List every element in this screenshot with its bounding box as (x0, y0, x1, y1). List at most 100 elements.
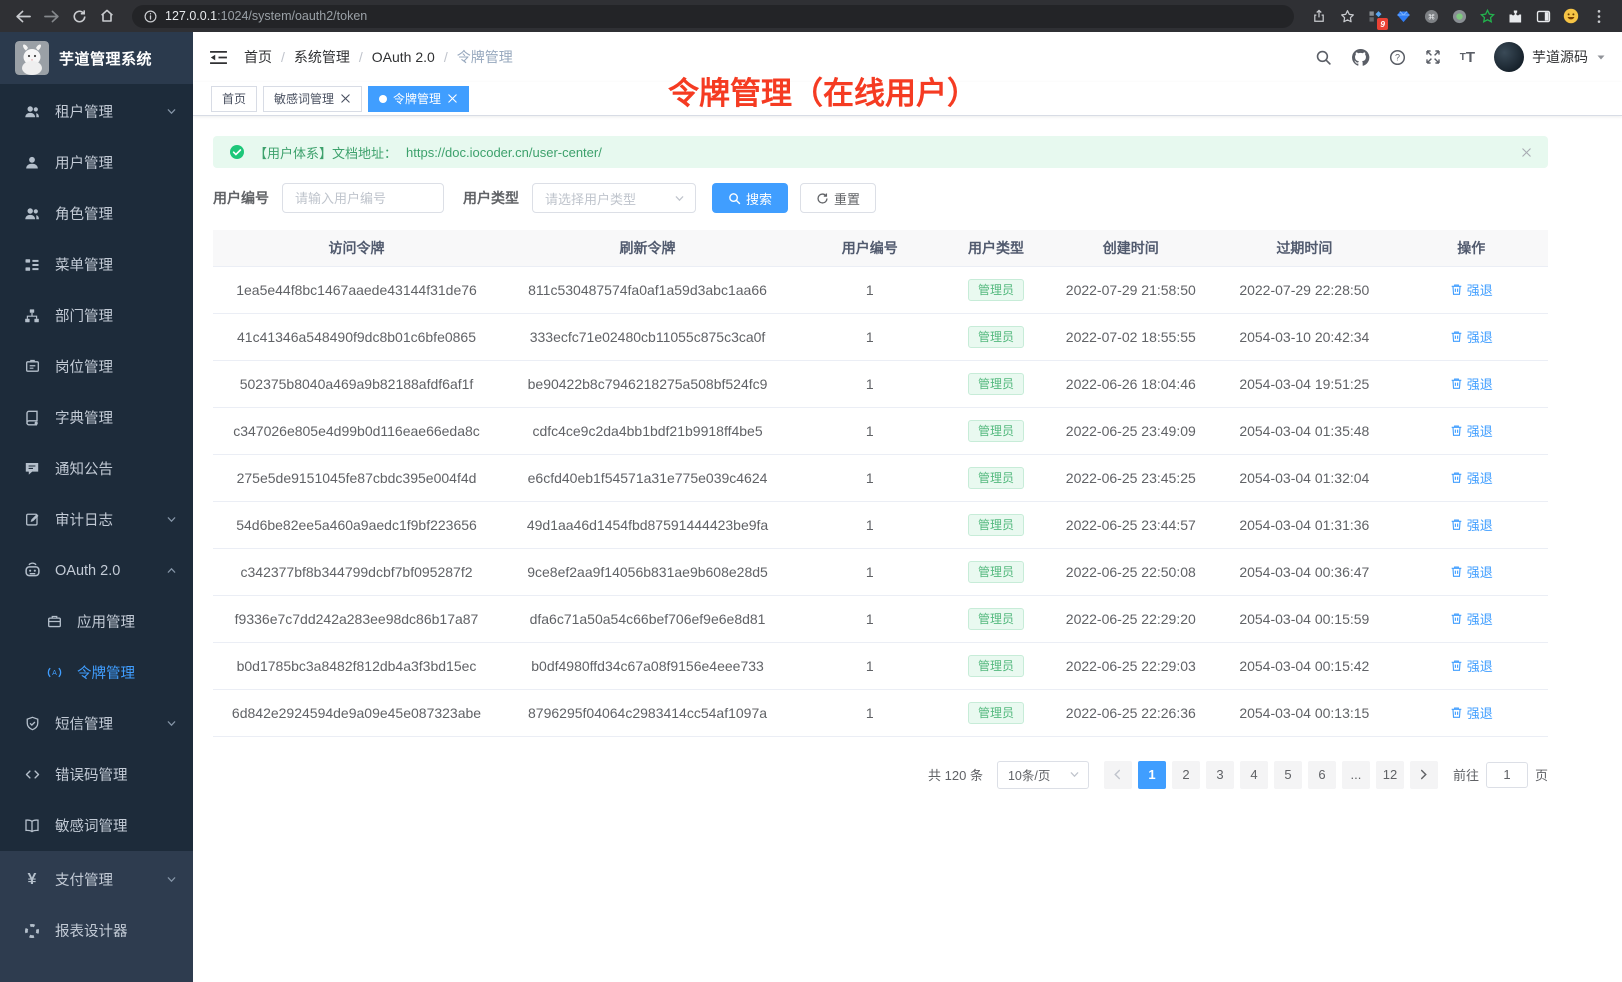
sidebar-item-dict[interactable]: 字典管理 (0, 392, 193, 443)
bookmark-star-icon[interactable] (1334, 4, 1360, 28)
page-button-6[interactable]: 6 (1308, 761, 1336, 789)
browser-home-icon[interactable] (94, 4, 120, 28)
page-more-button[interactable]: ... (1342, 761, 1370, 789)
user-menu[interactable]: 芋道源码 (1494, 42, 1606, 72)
sidebar-item-label: 错误码管理 (55, 764, 128, 785)
sidebar-item-menu[interactable]: 菜单管理 (0, 239, 193, 290)
extension-record-icon[interactable] (1446, 4, 1472, 28)
breadcrumb-item[interactable]: OAuth 2.0 (372, 49, 435, 65)
chevron-down-icon (674, 193, 685, 204)
force-logout-button[interactable]: 强退 (1450, 468, 1493, 487)
browser-reload-icon[interactable] (66, 4, 92, 28)
github-icon[interactable] (1351, 48, 1370, 67)
trash-icon (1450, 377, 1463, 390)
url-path: :1024/system/oauth2/token (217, 9, 367, 23)
sidebar-item-report[interactable]: 报表设计器 (0, 905, 193, 956)
cell-expire-time: 2054-03-10 20:42:34 (1214, 313, 1394, 360)
navbar-right: ? TT 芋道源码 (1315, 42, 1606, 72)
page-button-1[interactable]: 1 (1138, 761, 1166, 789)
user-type-badge: 管理员 (968, 373, 1024, 395)
search-icon[interactable] (1315, 49, 1332, 66)
cell-created-time: 2022-06-26 18:04:46 (1047, 360, 1214, 407)
force-logout-button[interactable]: 强退 (1450, 327, 1493, 346)
browser-back-icon[interactable] (10, 4, 36, 28)
tab-close-icon[interactable] (340, 93, 351, 104)
browser-address-bar[interactable]: 127.0.0.1:1024/system/oauth2/token (132, 5, 1294, 28)
page-button-5[interactable]: 5 (1274, 761, 1302, 789)
sidebar-item-user[interactable]: 用户管理 (0, 137, 193, 188)
force-logout-button[interactable]: 强退 (1450, 656, 1493, 675)
next-page-button[interactable] (1410, 761, 1438, 789)
font-size-icon[interactable]: TT (1460, 49, 1475, 66)
extension-green-star-icon[interactable] (1474, 4, 1500, 28)
sidebar-item-pay[interactable]: ¥支付管理 (0, 854, 193, 905)
alert-close-icon[interactable] (1521, 147, 1532, 158)
extension-gem-icon[interactable] (1390, 4, 1416, 28)
breadcrumb-item[interactable]: 系统管理 (294, 47, 350, 67)
cell-created-time: 2022-06-25 23:44:57 (1047, 501, 1214, 548)
force-logout-button[interactable]: 强退 (1450, 609, 1493, 628)
trash-icon (1450, 518, 1463, 531)
goto-page-input[interactable] (1486, 762, 1528, 788)
force-logout-button[interactable]: 强退 (1450, 280, 1493, 299)
sidebar-toggle-icon[interactable] (209, 50, 228, 65)
breadcrumb-item[interactable]: 首页 (244, 47, 272, 67)
cell-action: 强退 (1394, 689, 1548, 736)
user-type-badge: 管理员 (968, 514, 1024, 536)
chat-icon (23, 461, 41, 477)
page-size-select[interactable]: 10条/页 (997, 761, 1089, 789)
tab-token[interactable]: 令牌管理 (368, 86, 469, 112)
extension-squares-icon[interactable]: 9 (1362, 4, 1388, 28)
sidebar-item-dept[interactable]: 部门管理 (0, 290, 193, 341)
share-icon[interactable] (1306, 4, 1332, 28)
sidebar-item-audit-log[interactable]: 审计日志 (0, 494, 193, 545)
user-type-select[interactable]: 请选择用户类型 (532, 183, 696, 213)
tab-home[interactable]: 首页 (211, 86, 257, 112)
help-icon[interactable]: ? (1389, 49, 1406, 66)
page-button-2[interactable]: 2 (1172, 761, 1200, 789)
force-logout-button[interactable]: 强退 (1450, 515, 1493, 534)
sidebar-item-role[interactable]: 角色管理 (0, 188, 193, 239)
sidebar-item-oauth2-app[interactable]: 应用管理 (0, 596, 193, 647)
sidebar-item-label: 岗位管理 (55, 356, 113, 377)
shield-icon (23, 716, 41, 731)
side-panel-icon[interactable] (1530, 4, 1556, 28)
alert-text: 【用户体系】文档地址： (254, 143, 397, 162)
profile-avatar-icon[interactable] (1558, 4, 1584, 28)
page-button-3[interactable]: 3 (1206, 761, 1234, 789)
sidebar-item-sms[interactable]: 短信管理 (0, 698, 193, 749)
search-button[interactable]: 搜索 (712, 183, 788, 213)
extensions-puzzle-icon[interactable] (1502, 4, 1528, 28)
force-logout-button[interactable]: 强退 (1450, 562, 1493, 581)
tab-sensitive-word[interactable]: 敏感词管理 (263, 86, 362, 112)
site-info-icon[interactable] (144, 10, 157, 23)
org-icon (23, 308, 41, 324)
browser-menu-icon[interactable] (1586, 4, 1612, 28)
sidebar-item-oauth2[interactable]: OAuth 2.0 (0, 545, 193, 596)
sidebar-item-tenant[interactable]: 租户管理 (0, 86, 193, 137)
force-logout-button[interactable]: 强退 (1450, 421, 1493, 440)
tab-close-icon[interactable] (447, 93, 458, 104)
prev-page-button[interactable] (1104, 761, 1132, 789)
reset-button[interactable]: 重置 (800, 183, 876, 213)
code-icon (23, 767, 41, 782)
breadcrumb-item: 令牌管理 (457, 47, 513, 67)
cell-user-id: 1 (795, 313, 945, 360)
user-id-input[interactable] (282, 183, 444, 213)
sidebar-item-post[interactable]: 岗位管理 (0, 341, 193, 392)
extension-command-icon[interactable]: ⌘ (1418, 4, 1444, 28)
cell-created-time: 2022-06-25 23:49:09 (1047, 407, 1214, 454)
force-logout-button[interactable]: 强退 (1450, 703, 1493, 722)
sidebar-item-sensitive-word[interactable]: 敏感词管理 (0, 800, 193, 851)
fullscreen-icon[interactable] (1425, 49, 1441, 65)
page-button-12[interactable]: 12 (1376, 761, 1404, 789)
sidebar-item-label: 部门管理 (55, 305, 113, 326)
alert-doc-link[interactable]: https://doc.iocoder.cn/user-center/ (406, 145, 602, 160)
sidebar-item-notice[interactable]: 通知公告 (0, 443, 193, 494)
force-logout-button[interactable]: 强退 (1450, 374, 1493, 393)
sidebar-item-oauth2-token[interactable]: A令牌管理 (0, 647, 193, 698)
sidebar-item-label: 令牌管理 (77, 662, 135, 683)
browser-forward-icon[interactable] (38, 4, 64, 28)
sidebar-item-errcode[interactable]: 错误码管理 (0, 749, 193, 800)
page-button-4[interactable]: 4 (1240, 761, 1268, 789)
